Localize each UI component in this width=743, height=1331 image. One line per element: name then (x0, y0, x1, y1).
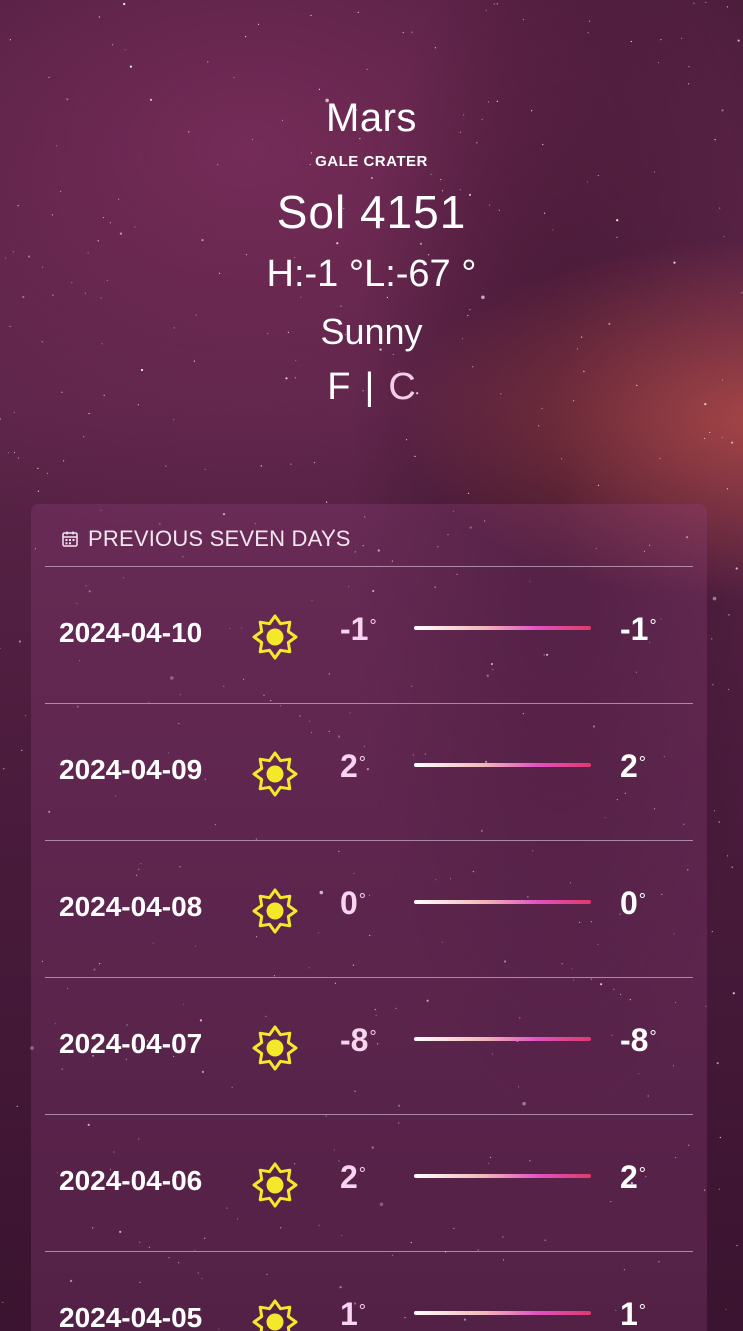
forecast-row: 2024-04-10 -1° -1° (45, 566, 693, 703)
forecast-row: 2024-04-08 0° 0° (45, 840, 693, 977)
forecast-date: 2024-04-06 (59, 1165, 203, 1196)
high-temperature: -1° (620, 611, 657, 647)
forecast-date: 2024-04-09 (59, 754, 203, 785)
high-temperature: 1° (620, 1296, 646, 1331)
temperature-range-bar (414, 1174, 591, 1178)
low-temperature: 2° (340, 748, 366, 784)
panel-title: PREVIOUS SEVEN DAYS (88, 526, 351, 551)
low-temperature: -1° (340, 611, 377, 647)
temperature-range-bar (414, 900, 591, 904)
forecast-date: 2024-04-05 (59, 1302, 203, 1331)
sun-icon (252, 751, 298, 797)
forecast-date: 2024-04-08 (59, 891, 203, 922)
forecast-row: 2024-04-06 2° 2° (45, 1114, 693, 1251)
sol-number: Sol 4151 (276, 186, 467, 238)
sun-icon (252, 1162, 298, 1208)
low-temperature: -8° (340, 1022, 377, 1058)
high-temperature: 2° (620, 748, 646, 784)
forecast-row: 2024-04-09 2° 2° (45, 703, 693, 840)
forecast-date: 2024-04-07 (59, 1028, 203, 1059)
sun-icon (252, 888, 298, 934)
previous-days-panel: PREVIOUS SEVEN DAYS 2024-04-10 -1° -1° 2… (31, 504, 707, 1331)
temperature-range-bar (414, 626, 591, 630)
forecast-row: 2024-04-05 1° 1° (45, 1251, 693, 1331)
forecast-date: 2024-04-10 (59, 617, 203, 648)
temperature-range-bar (414, 1037, 591, 1041)
high-temperature: 2° (620, 1159, 646, 1195)
high-low-temperature: H:-1 °L:-67 ° (266, 253, 477, 295)
high-temperature: -8° (620, 1022, 657, 1058)
temperature-range-bar (414, 763, 591, 767)
location-name: GALE CRATER (315, 153, 428, 170)
unit-celsius-button[interactable]: C (388, 366, 415, 408)
low-temperature: 1° (340, 1296, 366, 1331)
temperature-range-bar (414, 1311, 591, 1315)
panel-header: PREVIOUS SEVEN DAYS (61, 526, 351, 552)
low-temperature: 0° (340, 885, 366, 921)
sun-icon (252, 1299, 298, 1331)
weather-condition: Sunny (320, 311, 423, 352)
sun-icon (252, 614, 298, 660)
unit-fahrenheit-button[interactable]: F (327, 366, 350, 408)
unit-separator: | (364, 366, 375, 408)
sun-icon (252, 1025, 298, 1071)
high-temperature: 0° (620, 885, 646, 921)
low-temperature: 2° (340, 1159, 366, 1195)
planet-name: Mars (326, 96, 417, 140)
unit-toggle: F | C (0, 366, 743, 409)
calendar-icon (62, 531, 78, 547)
forecast-row: 2024-04-07 -8° -8° (45, 977, 693, 1114)
